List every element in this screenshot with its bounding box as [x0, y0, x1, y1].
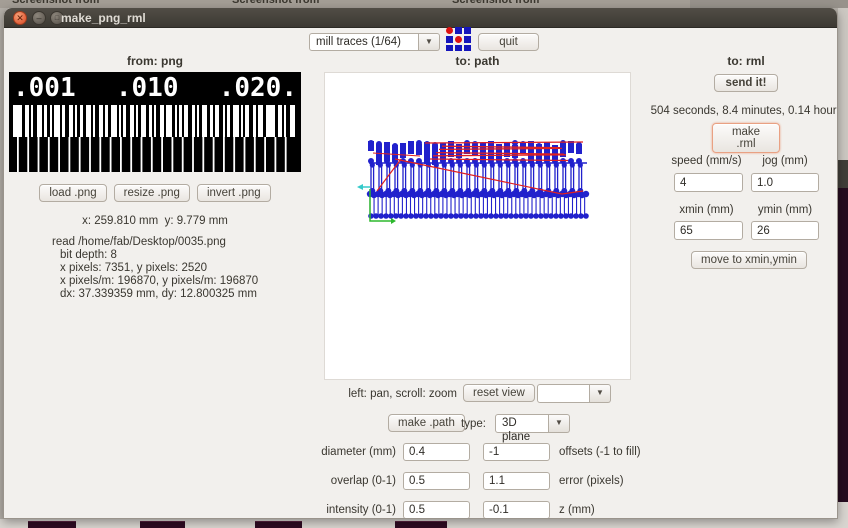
minimize-icon[interactable]: –	[32, 11, 46, 25]
load-png-button[interactable]: load .png	[39, 184, 107, 202]
background-terminal-thumbnail	[255, 521, 302, 528]
resize-png-button[interactable]: resize .png	[113, 184, 190, 202]
jog-label: jog (mm)	[762, 155, 808, 167]
background-window-edge	[838, 160, 848, 188]
png-info-read: read /home/fab/Desktop/0035.png	[52, 236, 226, 248]
error-label: error (pixels)	[559, 475, 624, 487]
png-image-labels: .001 .010 .020.	[9, 74, 301, 102]
png-label: .001	[13, 73, 76, 103]
quit-button[interactable]: quit	[478, 33, 539, 51]
to-rml-header: to: rml	[727, 54, 765, 68]
background-terminal-edge	[838, 188, 848, 502]
view-select-value[interactable]	[537, 384, 590, 403]
title-bar[interactable]: ✕ – □ make_png_rml	[4, 8, 837, 28]
png-preview-canvas[interactable]: .001 .010 .020.	[9, 72, 301, 172]
invert-png-button[interactable]: invert .png	[196, 184, 271, 202]
process-select-value[interactable]: mill traces (1/64)	[309, 33, 419, 51]
xmin-input[interactable]	[674, 221, 743, 240]
diameter-input[interactable]	[403, 443, 470, 461]
from-png-header: from: png	[127, 54, 183, 68]
make-png-rml-window: ✕ – □ make_png_rml mill traces (1/64) ▼ …	[3, 8, 838, 519]
diameter-label: diameter (mm)	[321, 446, 396, 458]
desktop: Screenshot from Screenshot from Screensh…	[0, 0, 848, 528]
png-label: .020.	[218, 73, 297, 103]
to-path-header: to: path	[455, 54, 500, 68]
make-path-button[interactable]: make .path	[388, 414, 465, 432]
png-label: .010	[115, 73, 179, 103]
overlap-label: overlap (0-1)	[330, 475, 396, 487]
png-info-pixels: x pixels: 7351, y pixels: 2520	[60, 262, 208, 274]
error-input[interactable]	[483, 472, 550, 490]
path-view-canvas[interactable]	[324, 72, 631, 380]
send-it-button[interactable]: send it!	[714, 74, 778, 92]
speed-input[interactable]	[674, 173, 743, 192]
type-select[interactable]: 3D plane ▼	[495, 414, 570, 443]
make-rml-button[interactable]: make .rml	[712, 123, 780, 153]
chevron-down-icon[interactable]: ▼	[549, 414, 570, 433]
time-estimate: 504 seconds, 8.4 minutes, 0.14 hours	[650, 105, 838, 117]
chevron-down-icon[interactable]: ▼	[590, 384, 611, 403]
background-terminal-thumbnail	[140, 521, 185, 528]
speed-label: speed (mm/s)	[671, 155, 742, 167]
xmin-label: xmin (mm)	[679, 204, 734, 216]
png-info-size: dx: 37.339359 mm, dy: 12.800325 mm	[60, 288, 257, 300]
png-info-bitdepth: bit depth: 8	[60, 249, 117, 261]
fab-modules-logo-icon	[446, 27, 471, 51]
background-terminal-thumbnail	[28, 521, 76, 528]
window-title: make_png_rml	[61, 11, 146, 25]
type-select-value[interactable]: 3D plane	[495, 414, 549, 443]
view-select[interactable]: ▼	[537, 384, 611, 403]
z-input[interactable]	[483, 501, 550, 518]
ymin-label: ymin (mm)	[757, 204, 813, 216]
intensity-input[interactable]	[403, 501, 470, 518]
process-select[interactable]: mill traces (1/64) ▼	[309, 33, 440, 51]
background-window-title: Screenshot from	[232, 0, 320, 6]
background-right	[838, 8, 848, 160]
background-window-title: Screenshot from	[12, 0, 100, 6]
background-toolbar-fragment	[690, 0, 848, 8]
z-label: z (mm)	[559, 504, 595, 516]
pan-zoom-hint: left: pan, scroll: zoom	[348, 388, 457, 400]
jog-input[interactable]	[751, 173, 819, 192]
offsets-input[interactable]	[483, 443, 550, 461]
cursor-position-readout: x: 259.810 mm y: 9.779 mm	[82, 215, 228, 227]
png-info-dpi: x pixels/m: 196870, y pixels/m: 196870	[60, 275, 259, 287]
reset-view-button[interactable]: reset view	[463, 384, 535, 402]
overlap-input[interactable]	[403, 472, 470, 490]
offsets-label: offsets (-1 to fill)	[559, 446, 641, 458]
background-window-title: Screenshot from	[452, 0, 540, 6]
type-label: type:	[461, 418, 486, 430]
close-icon[interactable]: ✕	[13, 11, 27, 25]
background-bottom-strip	[0, 519, 848, 528]
chevron-down-icon[interactable]: ▼	[419, 33, 440, 51]
intensity-label: intensity (0-1)	[326, 504, 396, 516]
move-to-xmin-ymin-button[interactable]: move to xmin,ymin	[691, 251, 807, 269]
background-window-strip: Screenshot from Screenshot from Screensh…	[0, 0, 848, 8]
background-terminal-thumbnail	[395, 521, 447, 528]
ymin-input[interactable]	[751, 221, 819, 240]
toolpath-drawing	[357, 140, 590, 224]
